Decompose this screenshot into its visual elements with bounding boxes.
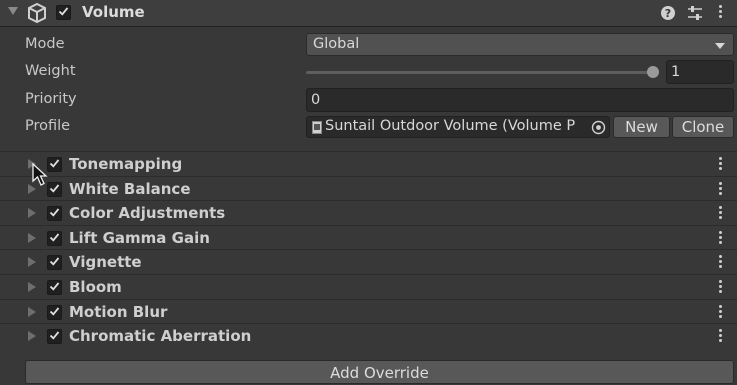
override-enable-checkbox[interactable]	[47, 304, 62, 320]
checkmark-icon	[49, 159, 60, 168]
checkmark-icon	[49, 307, 60, 316]
mode-value: Global	[313, 36, 360, 52]
mode-dropdown[interactable]: Global	[306, 33, 734, 56]
object-picker-icon[interactable]	[591, 120, 606, 135]
preset-sliders-icon[interactable]	[686, 4, 704, 22]
add-override-button[interactable]: Add Override	[25, 360, 734, 384]
component-header: Volume ?	[0, 0, 737, 27]
help-icon[interactable]: ?	[659, 4, 677, 22]
override-row[interactable]: White Balance	[0, 175, 737, 202]
kebab-menu-icon[interactable]	[718, 255, 724, 271]
profile-object-field[interactable]: Suntail Outdoor Volume (Volume P	[306, 116, 610, 138]
svg-text:?: ?	[665, 7, 671, 20]
checkmark-icon	[49, 282, 60, 291]
checkmark-icon	[49, 331, 60, 340]
override-enable-checkbox[interactable]	[47, 206, 62, 222]
checkmark-icon	[49, 257, 60, 267]
override-row[interactable]: Color Adjustments	[0, 200, 737, 226]
chevron-down-icon	[715, 43, 725, 49]
kebab-menu-icon[interactable]	[718, 206, 724, 222]
foldout-arrow-icon[interactable]	[28, 331, 36, 342]
override-enable-checkbox[interactable]	[47, 255, 62, 271]
checkmark-icon	[58, 7, 69, 16]
checkmark-icon	[49, 184, 60, 193]
override-label: Lift Gamma Gain	[69, 228, 210, 247]
override-row[interactable]: Vignette	[0, 249, 737, 275]
checkmark-icon	[49, 233, 60, 242]
override-label: Tonemapping	[69, 155, 183, 173]
override-enable-checkbox[interactable]	[47, 280, 62, 295]
weight-slider-track[interactable]	[306, 71, 656, 74]
foldout-arrow-icon[interactable]	[28, 232, 36, 243]
foldout-arrow-icon[interactable]	[8, 7, 18, 15]
priority-field[interactable]: 0	[306, 88, 734, 112]
clone-profile-button[interactable]: Clone	[672, 116, 734, 138]
priority-label: Priority	[25, 91, 77, 107]
override-enable-checkbox[interactable]	[47, 329, 62, 345]
volume-profile-asset-icon	[312, 121, 322, 134]
override-row[interactable]: Lift Gamma Gain	[0, 224, 737, 251]
override-label: Motion Blur	[69, 302, 168, 321]
enable-checkbox[interactable]	[56, 5, 71, 20]
foldout-arrow-icon[interactable]	[28, 306, 36, 317]
checkmark-icon	[49, 208, 60, 217]
weight-slider-handle[interactable]	[647, 66, 659, 78]
foldout-arrow-icon[interactable]	[28, 282, 36, 292]
override-label: Color Adjustments	[69, 204, 226, 223]
kebab-menu-icon[interactable]	[718, 280, 724, 296]
component-title: Volume	[82, 3, 145, 21]
kebab-menu-icon[interactable]	[718, 230, 724, 247]
kebab-menu-icon[interactable]	[718, 5, 722, 20]
profile-label: Profile	[25, 118, 71, 134]
override-label: Vignette	[69, 253, 142, 272]
mode-label: Mode	[25, 36, 65, 52]
foldout-arrow-icon[interactable]	[28, 208, 36, 219]
foldout-arrow-icon[interactable]	[28, 257, 36, 268]
override-row[interactable]: Tonemapping	[0, 151, 737, 177]
kebab-menu-icon[interactable]	[718, 157, 724, 173]
override-label: Bloom	[69, 278, 122, 296]
new-profile-button[interactable]: New	[613, 116, 670, 138]
mouse-cursor-icon	[32, 163, 48, 186]
override-label: White Balance	[69, 179, 191, 198]
weight-label: Weight	[25, 63, 76, 79]
kebab-menu-icon[interactable]	[718, 181, 724, 198]
override-row[interactable]: Bloom	[0, 274, 737, 300]
override-enable-checkbox[interactable]	[47, 230, 62, 246]
weight-field[interactable]: 1	[666, 60, 734, 84]
override-row[interactable]: Chromatic Aberration	[0, 323, 737, 349]
kebab-menu-icon[interactable]	[718, 329, 724, 345]
cube-icon	[28, 2, 46, 24]
kebab-menu-icon[interactable]	[718, 304, 724, 321]
override-row[interactable]: Motion Blur	[0, 298, 737, 325]
override-label: Chromatic Aberration	[69, 327, 252, 346]
